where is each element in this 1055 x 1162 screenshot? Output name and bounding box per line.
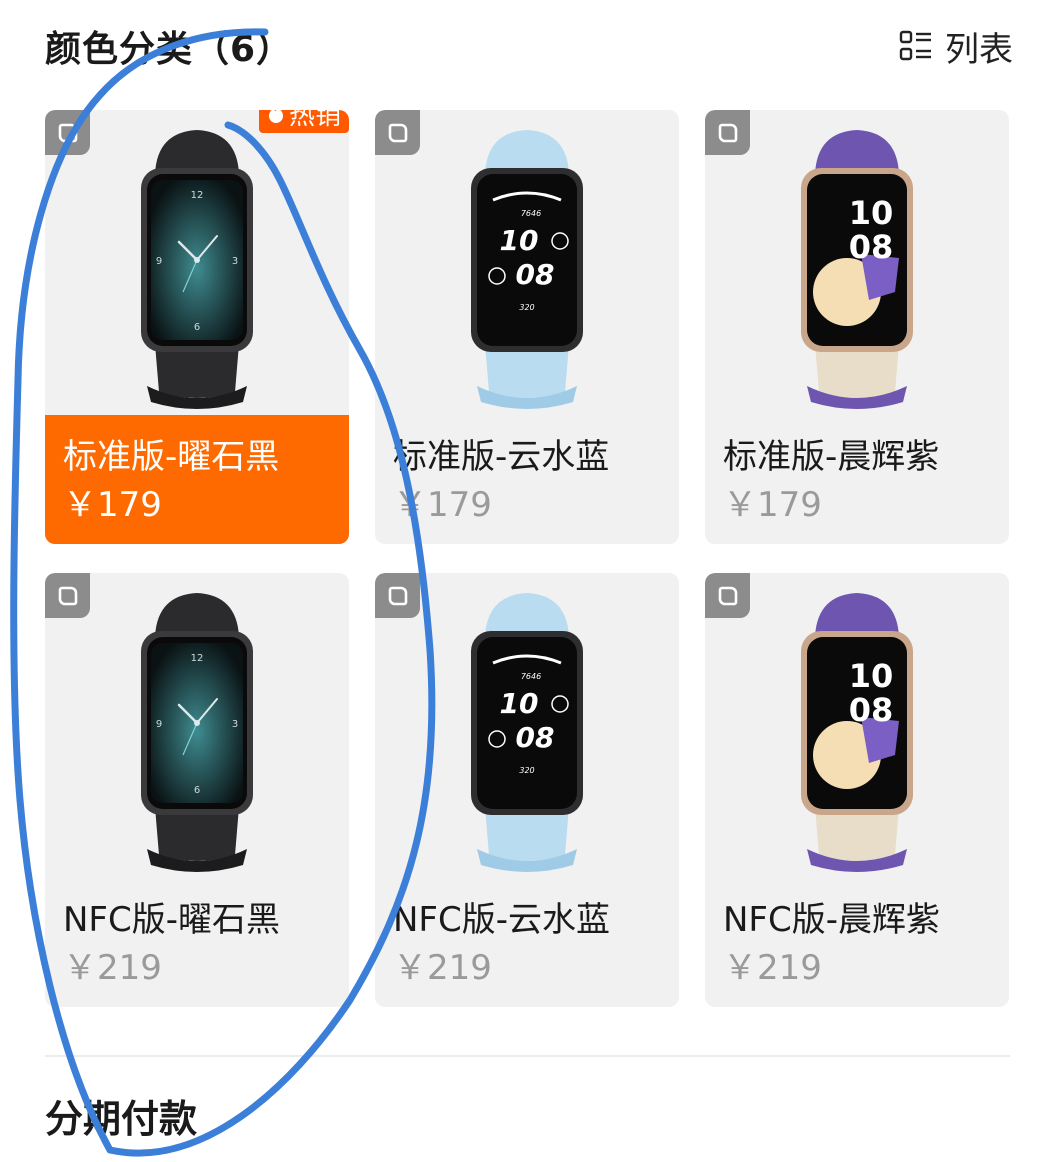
svg-text:6: 6: [194, 322, 200, 333]
watch-illustration: 7646 1008 320: [471, 593, 583, 872]
svg-text:3: 3: [232, 719, 238, 730]
expand-icon[interactable]: [375, 110, 420, 155]
svg-text:10: 10: [500, 687, 539, 720]
product-image: 10 08: [705, 587, 1009, 877]
product-card[interactable]: 10 08 NFC版-晨辉紫 ￥219: [705, 573, 1009, 1007]
product-info: 标准版-曜石黑 ￥179: [45, 415, 349, 544]
product-card[interactable]: 12 3 9 6 NFC版-曜石黑 ￥219: [45, 573, 349, 1007]
product-image: 12 3 9 6: [45, 587, 349, 877]
svg-text:12: 12: [191, 190, 204, 201]
product-info: NFC版-云水蓝 ￥219: [375, 878, 679, 1007]
product-price: ￥219: [63, 948, 162, 988]
product-image: 10 08: [705, 124, 1009, 414]
svg-text:7646: 7646: [521, 209, 541, 218]
product-info: NFC版-晨辉紫 ￥219: [705, 878, 1009, 1007]
svg-text:08: 08: [516, 258, 555, 291]
product-info: NFC版-曜石黑 ￥219: [45, 878, 349, 1007]
svg-text:08: 08: [516, 721, 555, 754]
svg-text:08: 08: [849, 691, 894, 729]
svg-text:320: 320: [519, 766, 534, 775]
svg-text:9: 9: [156, 256, 162, 267]
product-card[interactable]: 7646 10 08 320 标准版-云水蓝 ￥179: [375, 110, 679, 544]
list-view-toggle[interactable]: 列表: [899, 22, 1013, 71]
product-price: ￥219: [393, 948, 492, 988]
expand-icon[interactable]: [705, 573, 750, 618]
expand-icon[interactable]: [45, 573, 90, 618]
section-divider: [45, 1055, 1010, 1057]
watch-illustration: 12 3 9 6: [141, 593, 253, 872]
product-name: NFC版-曜石黑: [63, 900, 280, 940]
list-view-icon: [899, 29, 933, 63]
product-price: ￥219: [723, 948, 822, 988]
expand-icon[interactable]: [705, 110, 750, 155]
svg-text:08: 08: [849, 228, 894, 266]
product-info: 标准版-云水蓝 ￥179: [375, 415, 679, 544]
svg-text:10: 10: [500, 224, 539, 257]
product-info: 标准版-晨辉紫 ￥179: [705, 415, 1009, 544]
expand-icon[interactable]: [45, 110, 90, 155]
header: 颜色分类（6） 列表: [45, 18, 1013, 74]
watch-illustration: 7646 1008 320: [471, 130, 583, 409]
svg-text:6: 6: [194, 785, 200, 796]
svg-text:12: 12: [191, 653, 204, 664]
product-card[interactable]: 12 3 9 6 热销 标准版-曜石黑 ￥179: [45, 110, 349, 544]
watch-illustration: 1008: [801, 593, 913, 872]
product-name: 标准版-云水蓝: [393, 437, 610, 477]
hot-badge: 热销: [258, 110, 349, 133]
product-grid: 12 3 9 6 热销 标准版-曜石黑 ￥179 7646 10 08 320 标准版-云水…: [45, 110, 1010, 1007]
product-price: ￥179: [63, 485, 162, 525]
watch-illustration: 12 3 9 6: [141, 130, 253, 409]
product-image: 7646 10 08 320: [375, 587, 679, 877]
expand-icon[interactable]: [375, 573, 420, 618]
product-name: NFC版-云水蓝: [393, 900, 610, 940]
svg-text:7646: 7646: [521, 672, 541, 681]
watch-illustration: 1008: [801, 130, 913, 409]
product-name: 标准版-曜石黑: [63, 437, 280, 477]
svg-text:320: 320: [519, 303, 534, 312]
product-price: ￥179: [723, 485, 822, 525]
product-card[interactable]: 7646 10 08 320 NFC版-云水蓝 ￥219: [375, 573, 679, 1007]
product-name: 标准版-晨辉紫: [723, 437, 940, 477]
product-card[interactable]: 10 08 标准版-晨辉紫 ￥179: [705, 110, 1009, 544]
svg-text:3: 3: [232, 256, 238, 267]
svg-text:10: 10: [849, 657, 894, 695]
product-name: NFC版-晨辉紫: [723, 900, 940, 940]
view-label: 列表: [945, 29, 1013, 70]
installment-title: 分期付款: [45, 1097, 198, 1141]
flame-icon: [267, 110, 285, 133]
svg-text:9: 9: [156, 719, 162, 730]
svg-text:10: 10: [849, 194, 894, 232]
badge-label: 热销: [288, 110, 341, 131]
product-image: 12 3 9 6: [45, 124, 349, 414]
product-image: 7646 10 08 320: [375, 124, 679, 414]
product-price: ￥179: [393, 485, 492, 525]
page-title: 颜色分类（6）: [45, 29, 294, 70]
